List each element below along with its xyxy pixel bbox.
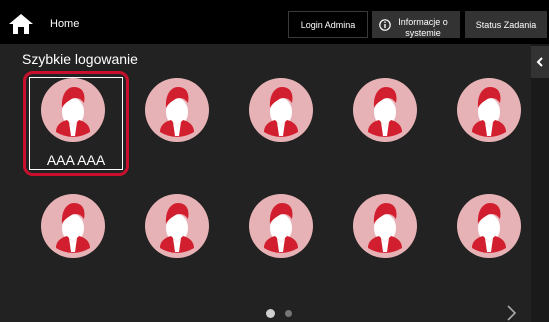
home-button[interactable]: Home <box>8 10 118 38</box>
page-dot[interactable] <box>285 310 292 317</box>
quick-login-user-tile[interactable] <box>145 78 209 142</box>
system-info-label-line1: Informacje o <box>398 16 448 27</box>
section-title: Szybkie logowanie <box>22 51 138 67</box>
user-avatar-icon <box>457 78 521 142</box>
system-info-label-line2: systemie <box>405 27 441 38</box>
home-label: Home <box>50 18 80 30</box>
quick-login-user-tile[interactable] <box>457 194 521 258</box>
top-bar: Home Login Admina Informacje o systemie … <box>0 0 549 44</box>
selected-user-name: AAA AAA <box>46 152 106 168</box>
quick-login-user-tile[interactable] <box>353 194 417 258</box>
quick-login-user-tile[interactable] <box>145 194 209 258</box>
info-icon <box>379 19 391 31</box>
user-avatar-icon <box>457 194 521 258</box>
user-avatar-icon <box>41 194 105 258</box>
side-panel-tab[interactable] <box>531 46 549 78</box>
page-indicator <box>266 309 292 318</box>
user-avatar-icon <box>353 78 417 142</box>
home-icon <box>9 14 33 34</box>
job-status-label: Status Zadania <box>475 19 537 30</box>
quick-login-user-tile[interactable] <box>457 78 521 142</box>
quick-login-user-tile[interactable] <box>41 194 105 258</box>
job-status-button[interactable]: Status Zadania <box>465 11 547 38</box>
quick-login-user-tile[interactable] <box>249 194 313 258</box>
chevron-right-icon[interactable] <box>503 304 519 322</box>
user-avatar-icon <box>249 194 313 258</box>
system-info-button[interactable]: Informacje o systemie <box>372 11 460 38</box>
quick-login-user-tile[interactable] <box>353 78 417 142</box>
quick-login-user-tile[interactable] <box>249 78 313 142</box>
user-avatar-icon <box>353 194 417 258</box>
user-avatar-icon <box>145 78 209 142</box>
page-dot-active[interactable] <box>266 309 275 318</box>
login-admin-button[interactable]: Login Admina <box>288 11 368 38</box>
login-admin-label: Login Admina <box>300 19 356 30</box>
user-avatar-icon <box>249 78 313 142</box>
user-avatar-icon <box>145 194 209 258</box>
chevron-left-icon <box>536 57 543 67</box>
